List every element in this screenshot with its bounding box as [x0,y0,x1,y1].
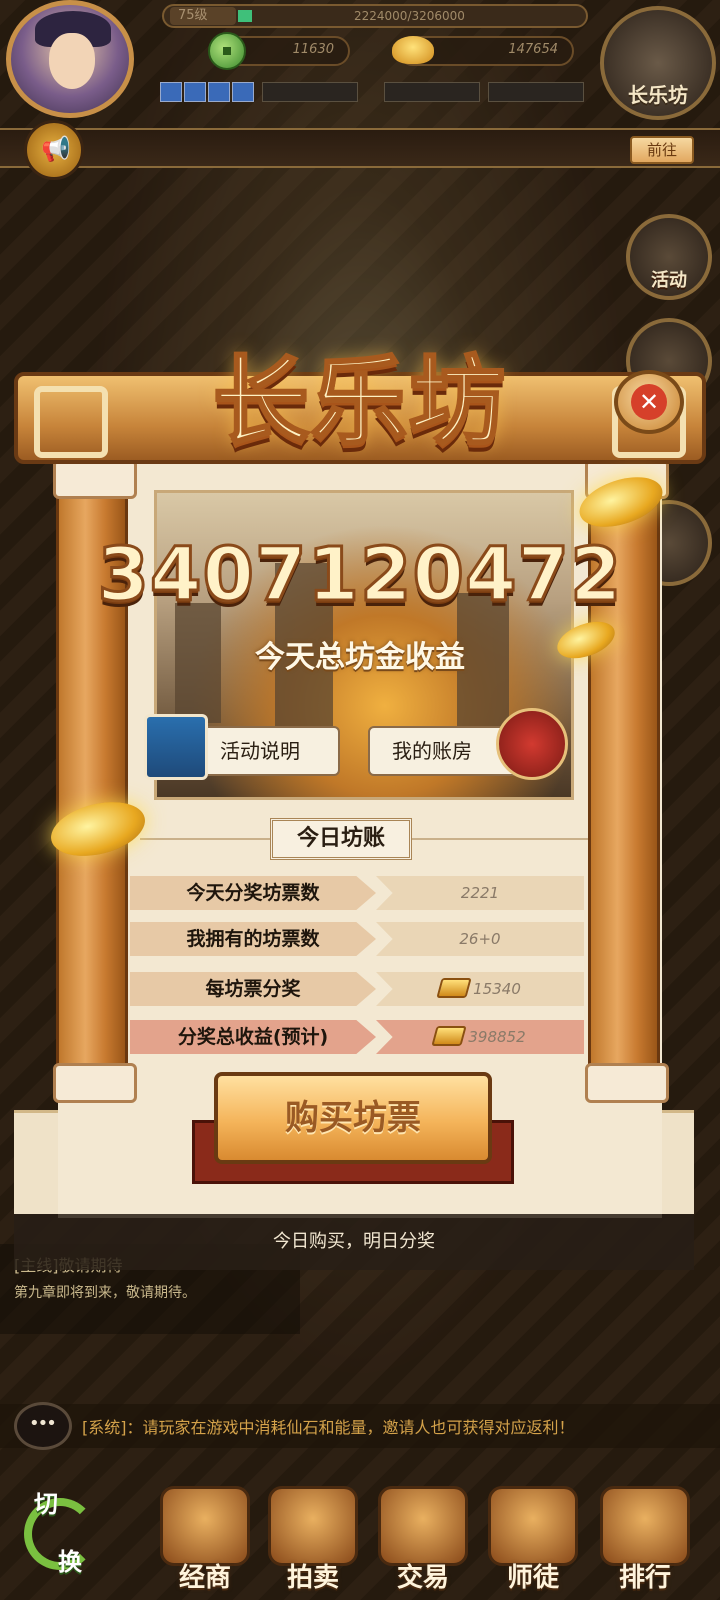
system-message: [系统]：请玩家在游戏中消耗仙石和能量，邀请人也可获得对应返利！ [82,1418,575,1437]
nav-label: 交易 [396,1563,449,1593]
quest-description: 第九章即将到来，敬请期待。 [14,1285,196,1301]
gold-ingot-icon [436,978,472,998]
row-name: 我拥有的坊票数 [130,922,376,956]
event-info-button[interactable]: 活动说明 [144,714,340,780]
pillar-cap [53,459,137,499]
activity-button[interactable]: 活动 [626,214,712,300]
auction-house-icon [268,1486,358,1566]
chat-bubble-icon[interactable] [14,1402,72,1450]
nav-label: 拍卖 [286,1563,339,1593]
row-value: 26+0 [376,922,584,956]
pillar-base [53,1063,137,1103]
notice-bar: 前往 [0,120,720,180]
row-name: 分奖总收益(预计) [130,1020,376,1054]
my-account-button[interactable]: 我的账房 [368,708,568,780]
nav-exchange[interactable]: 交易 [368,1480,478,1600]
nav-label: 排行 [618,1563,671,1593]
nav-label: 经商 [178,1563,231,1593]
player-avatar[interactable] [6,0,134,118]
treasure-chest-icon [496,708,568,780]
status-slot [262,82,358,102]
map-label: 长乐坊 [628,83,688,107]
book-icon [144,714,208,780]
nav-ranking[interactable]: 排行 [590,1480,700,1600]
bottom-nav: 切 换 经商 拍卖 交易 师徒 排行 [0,1456,720,1600]
row-value-text: 15340 [473,980,521,998]
changlefang-modal: 长乐坊 ✕ 3407120472 今天总坊金收益 活动说明 我的账房 今日坊账 … [0,310,720,1270]
avatar-face [49,33,95,89]
copper-coin-icon [208,32,246,70]
switch-label-top: 切 [34,1490,58,1518]
nav-auction[interactable]: 拍卖 [258,1480,368,1600]
ledger-row: 我拥有的坊票数 26+0 [130,922,584,956]
level-label: 75级 [170,7,236,25]
event-info-label: 活动说明 [220,739,300,763]
exp-fill [238,10,252,22]
coin-counter[interactable]: 11630 [208,32,350,70]
buff-icon[interactable] [208,82,230,102]
gold-value: 147654 [508,42,558,57]
level-exp-bar: 75级 2224000/3206000 [162,4,588,28]
buff-icon[interactable] [232,82,254,102]
ledger-title: 今日坊账 [270,818,412,860]
buff-icon[interactable] [184,82,206,102]
exp-text: 2224000/3206000 [354,9,465,23]
close-button[interactable]: ✕ [614,370,684,434]
status-slot [488,82,584,102]
horn-icon[interactable] [24,120,84,180]
top-hud: 75级 2224000/3206000 11630 147654 长乐坊 [0,0,720,130]
buff-icons [160,82,254,102]
ledger-row: 每坊票分奖 15340 [130,972,584,1006]
goto-button[interactable]: 前往 [630,136,694,164]
status-slot [384,82,480,102]
row-value: 15340 [376,972,584,1006]
row-name: 今天分奖坊票数 [130,876,376,910]
switch-label-bottom: 换 [58,1548,82,1576]
gold-ingot-icon [431,1026,468,1046]
mentor-icon [488,1486,578,1566]
activity-label: 活动 [651,270,687,291]
chat-bar[interactable]: [系统]：请玩家在游戏中消耗仙石和能量，邀请人也可获得对应返利！ [0,1402,720,1450]
gold-ingot-icon [392,36,434,64]
nav-mentor[interactable]: 师徒 [478,1480,588,1600]
coin-value: 11630 [292,42,334,57]
gold-counter[interactable]: 147654 [392,36,574,66]
coin-exchange-icon [378,1486,468,1566]
ranking-tower-icon [600,1486,690,1566]
row-value: 2221 [376,876,584,910]
nav-label: 师徒 [506,1563,559,1593]
ledger-row-highlight: 分奖总收益(预计) 398852 [130,1020,584,1054]
close-icon: ✕ [631,384,667,420]
row-value-text: 398852 [468,1028,526,1046]
pillar-base [585,1063,669,1103]
nav-trade-business[interactable]: 经商 [150,1480,260,1600]
row-value: 398852 [376,1020,584,1054]
switch-button[interactable]: 切 换 [14,1476,104,1592]
ledger-row: 今天分奖坊票数 2221 [130,876,584,910]
buff-icon[interactable] [160,82,182,102]
buy-ticket-button[interactable]: 购买坊票 [214,1072,492,1164]
my-account-label: 我的账房 [392,739,472,763]
row-name: 每坊票分奖 [130,972,376,1006]
footer-note: 今日购买，明日分奖 [14,1214,694,1270]
shop-sign-icon [160,1486,250,1566]
total-earnings: 3407120472 [96,531,623,620]
map-button[interactable]: 长乐坊 [600,6,716,120]
modal-title: 长乐坊 [212,345,507,460]
